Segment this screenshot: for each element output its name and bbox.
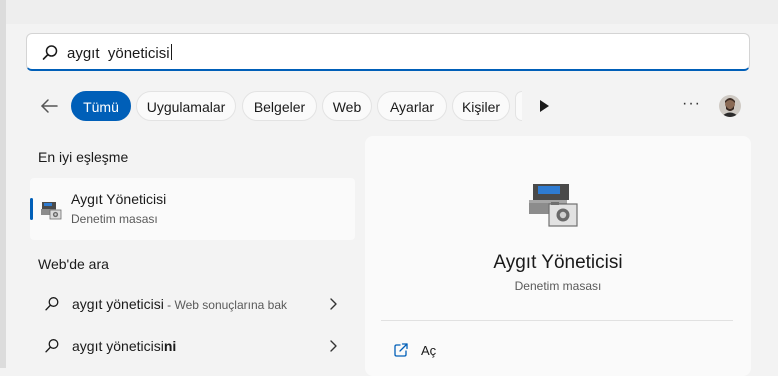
more-icon[interactable]: ··· (682, 95, 701, 113)
open-external-icon (394, 343, 408, 357)
window-left-edge (0, 0, 6, 368)
best-match-title: Aygıt Yöneticisi (71, 191, 167, 207)
tab-settings[interactable]: Ayarlar (377, 91, 447, 121)
web-result-hint: - Web sonuçlarına bak (163, 298, 288, 312)
search-input[interactable]: aygıt yöneticisi (67, 44, 172, 62)
tab-overflow-partial (515, 91, 522, 121)
divider (381, 320, 733, 321)
device-manager-icon (529, 184, 578, 227)
text-caret (170, 44, 172, 60)
web-result-2[interactable]: aygıt yöneticisini (30, 331, 355, 361)
back-arrow-icon[interactable] (38, 95, 60, 117)
search-icon (45, 339, 59, 353)
tab-documents[interactable]: Belgeler (242, 91, 317, 121)
web-search-heading: Web'de ara (38, 256, 109, 272)
detail-panel: Aygıt Yöneticisi Denetim masası Aç (365, 136, 751, 376)
web-result-1[interactable]: aygıt yöneticisi - Web sonuçlarına bak (30, 289, 355, 319)
best-match-subtitle: Denetim masası (71, 212, 158, 226)
search-icon (45, 297, 59, 311)
search-icon (42, 45, 58, 60)
tab-apps[interactable]: Uygulamalar (136, 91, 236, 121)
web-result-completion: ni (163, 338, 177, 354)
web-result-text: aygıt yöneticisi - Web sonuçlarına bak (72, 296, 288, 312)
play-icon[interactable] (538, 99, 550, 113)
open-action[interactable]: Aç (393, 342, 513, 364)
tab-all[interactable]: Tümü (71, 91, 131, 121)
avatar[interactable] (719, 95, 741, 117)
detail-title: Aygıt Yöneticisi (493, 252, 623, 273)
search-box[interactable]: aygıt yöneticisi (26, 33, 750, 71)
device-manager-icon (41, 202, 62, 220)
detail-subtitle: Denetim masası (514, 279, 602, 293)
selection-indicator (30, 198, 33, 220)
window-top-strip (0, 0, 778, 24)
best-match-item[interactable]: Aygıt Yöneticisi Denetim masası (30, 178, 355, 240)
best-match-heading: En iyi eşleşme (38, 149, 129, 165)
chevron-right-icon[interactable] (328, 339, 338, 353)
tab-web[interactable]: Web (322, 91, 372, 121)
chevron-right-icon[interactable] (328, 297, 338, 311)
tab-people[interactable]: Kişiler (452, 91, 510, 121)
web-result-text: aygıt yöneticisini (72, 338, 177, 354)
open-action-label: Aç (421, 343, 437, 358)
